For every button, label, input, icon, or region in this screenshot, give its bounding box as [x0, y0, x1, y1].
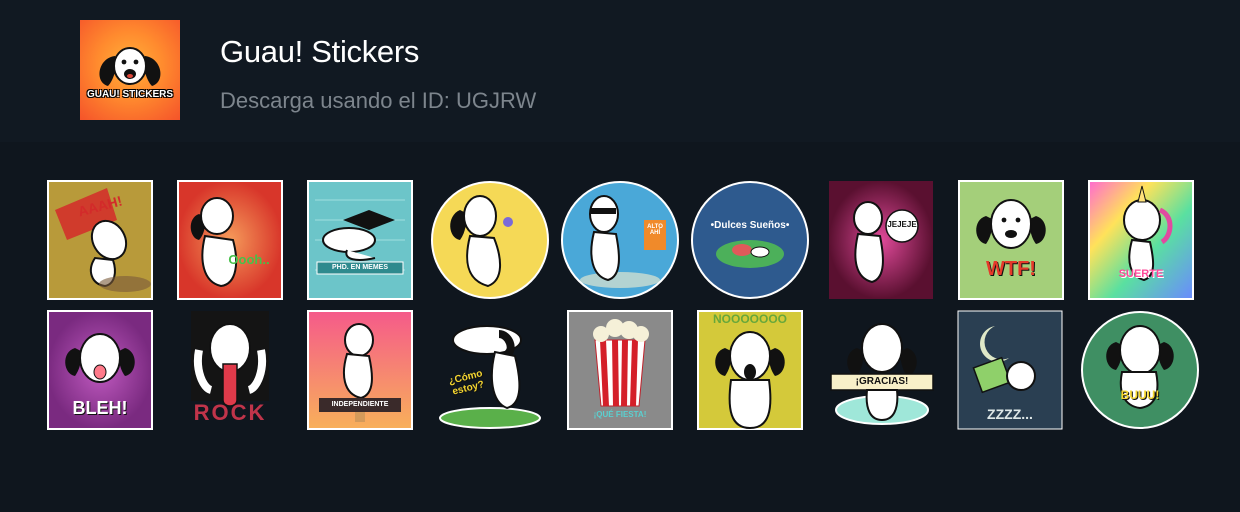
sticker-popcorn[interactable]: ¡QUÉ FIESTA!	[567, 310, 673, 430]
pack-header: GUAU! STICKERS Guau! Stickers Descarga u…	[0, 0, 1240, 142]
sticker-dulces-suenos[interactable]: •Dulces Sueños•	[690, 180, 810, 300]
sticker-suerte[interactable]: SUERTE	[1088, 180, 1194, 300]
sticker-noooo[interactable]: NOOOOOOO	[697, 310, 803, 430]
sticker-oooh[interactable]: Oooh..	[177, 180, 283, 300]
sticker-independiente[interactable]: INDEPENDIENTE	[307, 310, 413, 430]
sticker-bleh[interactable]: BLEH!	[47, 310, 153, 430]
pack-logo: GUAU! STICKERS	[80, 20, 180, 120]
sticker-aah[interactable]: AAAH!	[47, 180, 153, 300]
pack-download-id: Descarga usando el ID: UGJRW	[220, 88, 537, 113]
sticker-alto-ahi[interactable]: ALTO AHÍ	[560, 180, 680, 300]
sticker-zzzz[interactable]: ZZZZ...	[957, 310, 1063, 430]
sticker-flower[interactable]	[430, 180, 550, 300]
sticker-como-estoy[interactable]: ¿Cómo estoy?	[437, 310, 543, 430]
sticker-buuu[interactable]: BUUU!	[1080, 310, 1200, 430]
logo-text: GUAU! STICKERS	[86, 89, 174, 100]
sticker-rock[interactable]: ROCK	[177, 310, 283, 430]
sticker-wtf[interactable]: WTF!	[958, 180, 1064, 300]
dog-face-icon	[99, 47, 161, 86]
sticker-phd-en-memes[interactable]: PHD. EN MEMES	[307, 180, 413, 300]
sticker-jejeje[interactable]: JEJEJE	[828, 180, 934, 300]
sticker-gracias[interactable]: ¡GRACIAS!	[827, 310, 937, 430]
pack-title: Guau! Stickers	[220, 34, 420, 69]
